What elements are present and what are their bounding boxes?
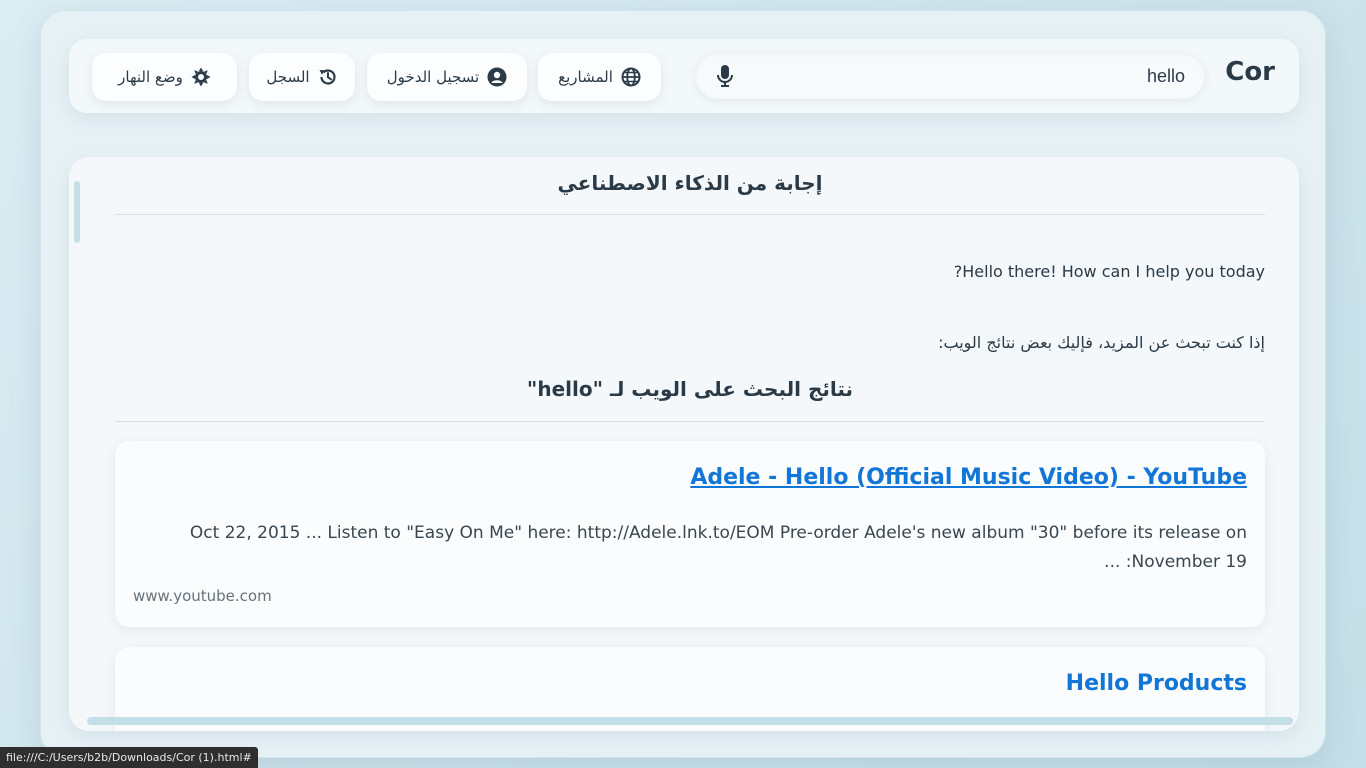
result-snippet: Oct 22, 2015 ... Listen to "Easy On Me" … bbox=[189, 523, 1247, 572]
vertical-scrollbar[interactable] bbox=[74, 181, 80, 243]
header: Cor المشاريع bbox=[69, 39, 1299, 113]
history-icon bbox=[319, 69, 336, 85]
horizontal-scrollbar[interactable] bbox=[87, 717, 1293, 725]
result-domain: www.youtube.com bbox=[133, 587, 272, 605]
user-circle-icon bbox=[487, 67, 507, 87]
projects-button[interactable]: المشاريع bbox=[538, 53, 661, 101]
sun-gear-icon bbox=[191, 67, 211, 87]
result-title-link[interactable]: Hello Products bbox=[1066, 671, 1247, 696]
result-card: Adele - Hello (Official Music Video) - Y… bbox=[115, 441, 1265, 627]
brand-logo[interactable]: Cor bbox=[1225, 57, 1275, 87]
day-mode-label: وضع النهار bbox=[118, 68, 183, 86]
search-input[interactable] bbox=[745, 53, 1185, 99]
status-bar-url: file:///C:/Users/b2b/Downloads/Cor (1).h… bbox=[0, 747, 258, 768]
globe-icon bbox=[621, 67, 641, 87]
history-label: السجل bbox=[266, 68, 310, 86]
projects-label: المشاريع bbox=[558, 68, 613, 86]
web-results-title: نتائج البحث على الويب لـ "hello" bbox=[526, 377, 854, 401]
more-results-text: إذا كنت تبحث عن المزيد، فإليك بعض نتائج … bbox=[938, 333, 1265, 352]
search-box[interactable] bbox=[695, 53, 1205, 99]
panel-title: إجابة من الذكاء الاصطناعي bbox=[557, 171, 823, 195]
ai-answer-text: Hello there! How can I help you today? bbox=[953, 262, 1265, 281]
result-title-link[interactable]: Adele - Hello (Official Music Video) - Y… bbox=[690, 465, 1247, 490]
history-button[interactable]: السجل bbox=[249, 53, 355, 101]
results-divider bbox=[115, 421, 1265, 422]
day-mode-button[interactable]: وضع النهار bbox=[92, 53, 237, 101]
microphone-icon[interactable] bbox=[715, 64, 735, 88]
title-divider bbox=[115, 214, 1265, 215]
ai-answer-panel: إجابة من الذكاء الاصطناعي Hello there! H… bbox=[69, 157, 1299, 731]
login-label: تسجيل الدخول bbox=[386, 68, 480, 86]
app-frame: Cor المشاريع bbox=[40, 10, 1326, 758]
login-button[interactable]: تسجيل الدخول bbox=[367, 53, 527, 101]
